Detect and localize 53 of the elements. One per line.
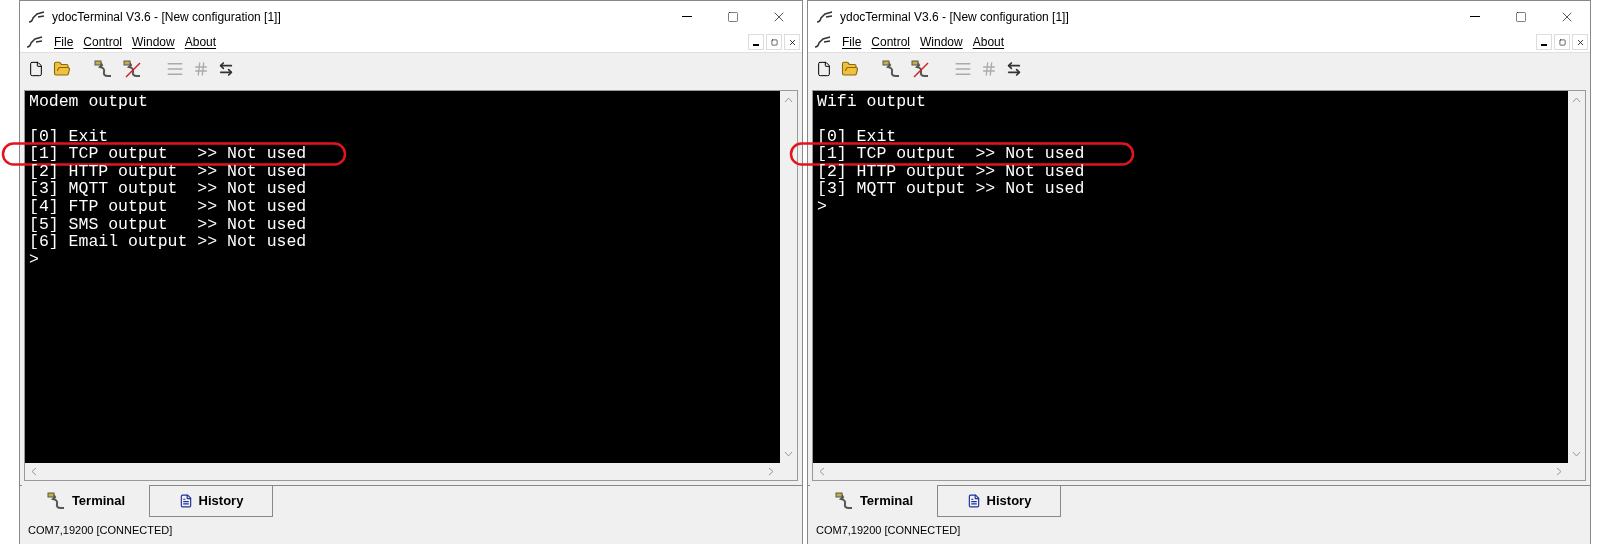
minimize-icon xyxy=(753,44,759,47)
menu-item[interactable]: Control xyxy=(83,33,123,52)
menu-item[interactable]: About xyxy=(184,33,217,52)
new-file-icon[interactable] xyxy=(28,61,44,78)
plug-slash-icon[interactable] xyxy=(910,59,930,80)
terminal-text: [4] FTP output >> Not used xyxy=(29,198,308,216)
terminal-text: [3] MQTT output >> Not used xyxy=(29,180,308,199)
menu-item[interactable]: File xyxy=(54,33,74,52)
terminal-text: Wifi output xyxy=(817,92,927,111)
mdi-minimize-button[interactable] xyxy=(1536,34,1552,51)
minimize-icon xyxy=(1470,16,1480,18)
document-icon xyxy=(178,493,193,508)
close-icon xyxy=(787,37,797,47)
restore-icon xyxy=(770,38,778,46)
hash-icon[interactable] xyxy=(193,61,209,78)
terminal-prompt: > xyxy=(817,198,828,216)
terminal-text: [1] TCP output >> Not used xyxy=(817,145,1086,163)
window-title: ydocTerminal V3.6 - [New configuration [1]] xyxy=(52,8,281,26)
terminal-text: [5] SMS output >> Not used xyxy=(29,215,308,234)
document-icon xyxy=(966,493,981,508)
terminal-text: [2] HTTP output >> Not used xyxy=(817,162,1086,181)
hash-icon[interactable] xyxy=(981,61,997,78)
terminal-text: [2] HTTP output >> Not used xyxy=(29,162,308,181)
maximize-icon xyxy=(1515,10,1527,23)
window-title: ydocTerminal V3.6 - [New configuration [1]] xyxy=(840,8,1069,26)
menu-item[interactable]: Window xyxy=(920,33,963,52)
status-text: COM7,19200 [CONNECTED] xyxy=(816,523,961,538)
menu-item[interactable]: File xyxy=(842,33,862,52)
mdi-minimize-button[interactable] xyxy=(748,34,764,51)
close-icon xyxy=(1575,37,1585,47)
double-arrow-icon[interactable] xyxy=(1006,61,1022,78)
plug-slash-icon[interactable] xyxy=(122,59,142,80)
terminal-prompt: > xyxy=(29,250,40,269)
terminal-text: [1] TCP output >> Not used xyxy=(29,145,308,163)
new-file-icon[interactable] xyxy=(816,61,832,78)
minimize-icon xyxy=(1541,44,1547,47)
folder-icon[interactable] xyxy=(841,60,859,79)
folder-icon[interactable] xyxy=(53,60,71,79)
restore-icon xyxy=(1558,38,1566,46)
tab[interactable]: History xyxy=(149,485,273,517)
menu-item[interactable]: About xyxy=(972,33,1005,52)
status-text: COM7,19200 [CONNECTED] xyxy=(28,523,173,538)
mdi-close-button[interactable] xyxy=(1572,34,1588,51)
maximize-icon xyxy=(727,10,739,23)
terminal-text: Modem output xyxy=(29,92,149,111)
terminal-text: [3] MQTT output >> Not used xyxy=(817,180,1086,199)
terminal-text: [6] Email output >> Not used xyxy=(29,233,308,251)
menu-item[interactable]: Window xyxy=(132,33,175,52)
tab[interactable]: History xyxy=(937,485,1061,517)
minimize-icon xyxy=(682,16,692,18)
double-arrow-icon[interactable] xyxy=(218,61,234,78)
mdi-close-button[interactable] xyxy=(784,34,800,51)
menu-item[interactable]: Control xyxy=(871,33,911,52)
